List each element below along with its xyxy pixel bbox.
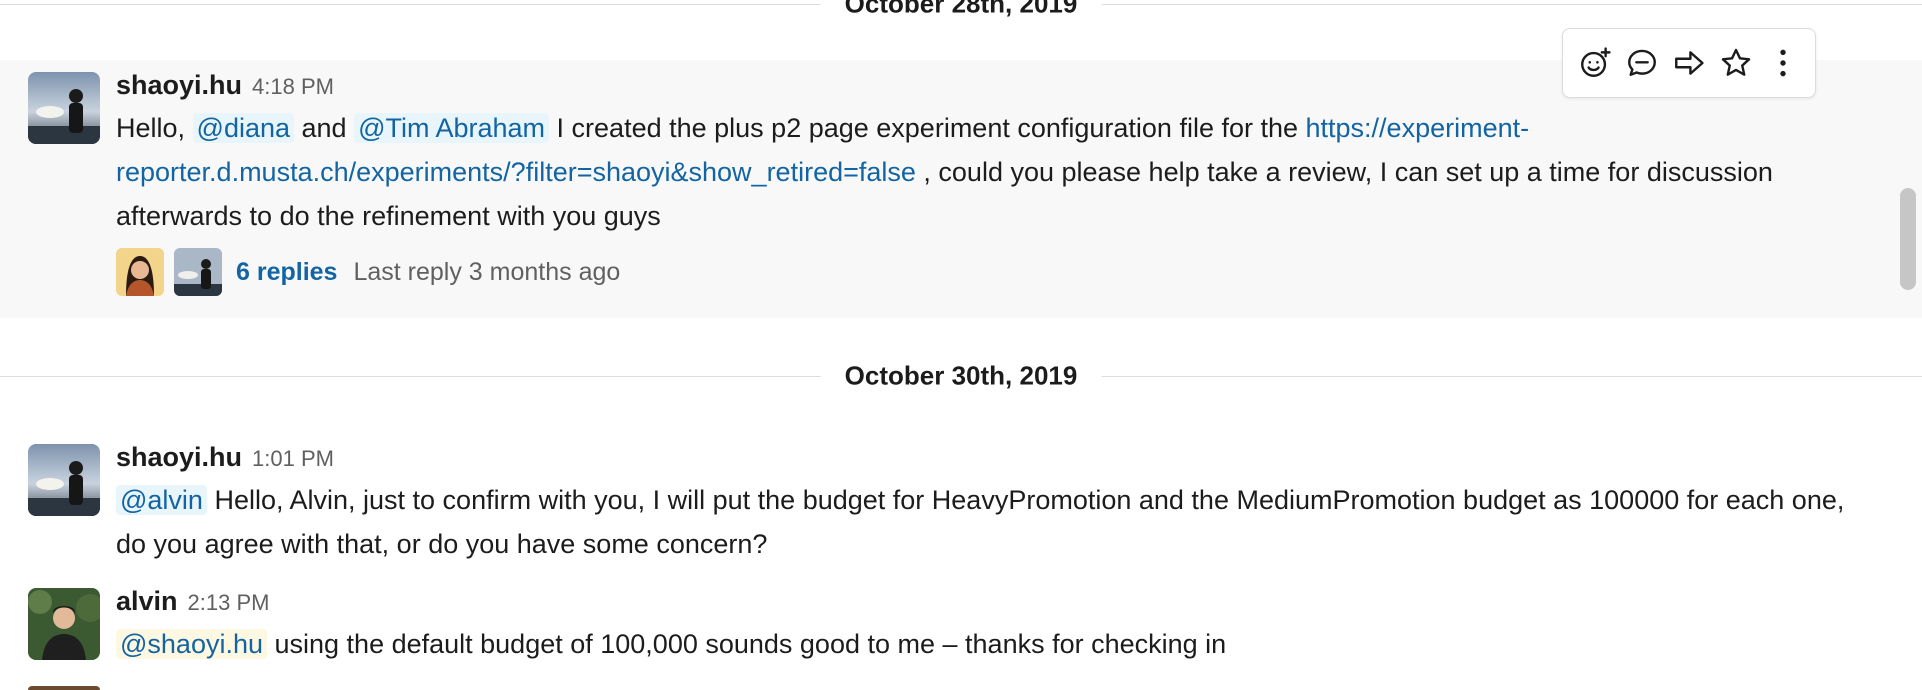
avatar[interactable] (28, 72, 100, 144)
share-message-icon (1675, 51, 1704, 75)
text-segment: Hello, (116, 113, 193, 143)
message-timestamp[interactable]: 2:13 PM (188, 590, 270, 616)
message-text: Hello, @diana and @Tim Abraham I created… (116, 106, 1876, 238)
message-actions-toolbar (1562, 28, 1816, 98)
mention-tim-abraham[interactable]: @Tim Abraham (354, 113, 550, 143)
scrollbar-thumb[interactable] (1900, 188, 1916, 290)
text-segment: I created the plus p2 page experiment co… (549, 113, 1306, 143)
mention-diana[interactable]: @diana (192, 113, 295, 143)
reply-avatar-shaoyi (174, 248, 222, 296)
save-star-icon (1721, 48, 1751, 76)
message-list: October 28th, 2019 shaoyi.hu 4:18 PM Hel… (0, 0, 1922, 690)
avatar[interactable] (28, 444, 100, 516)
reply-avatar-image (174, 248, 222, 296)
thread-summary[interactable]: 6 replies Last reply 3 months ago (116, 248, 1876, 296)
text-segment: and (294, 113, 355, 143)
text-segment: using the default budget of 100,000 soun… (267, 629, 1227, 659)
next-message-avatar (28, 686, 100, 690)
message-header: shaoyi.hu 1:01 PM (116, 442, 1876, 478)
replies-count-link[interactable]: 6 replies (236, 258, 337, 287)
message-timestamp[interactable]: 4:18 PM (252, 74, 334, 100)
date-divider-label[interactable]: October 28th, 2019 (820, 0, 1102, 20)
last-reply-text: Last reply 3 months ago (353, 257, 621, 286)
avatar[interactable] (28, 588, 100, 660)
reply-in-thread-button[interactable] (1618, 38, 1665, 88)
mention-alvin[interactable]: @alvin (116, 485, 207, 515)
avatar-image (28, 444, 100, 516)
author-name[interactable]: shaoyi.hu (116, 442, 242, 473)
message-item[interactable]: shaoyi.hu 1:01 PM @alvin Hello, Alvin, j… (0, 432, 1922, 568)
avatar-image (28, 72, 100, 144)
text-segment: Hello, Alvin, just to confirm with you, … (116, 485, 1845, 559)
reply-avatar-diana (116, 248, 164, 296)
author-name[interactable]: alvin (116, 586, 178, 617)
message-item[interactable]: shaoyi.hu 4:18 PM Hello, @diana and @Tim… (0, 28, 1922, 318)
reply-in-thread-icon (1627, 49, 1656, 76)
add-reaction-icon (1580, 47, 1611, 77)
mention-shaoyi-hu[interactable]: @shaoyi.hu (116, 629, 267, 659)
message-item[interactable]: alvin 2:13 PM @shaoyi.hu using the defau… (0, 578, 1922, 690)
reply-avatar-image (116, 248, 164, 296)
author-name[interactable]: shaoyi.hu (116, 70, 242, 101)
date-divider-label[interactable]: October 30th, 2019 (820, 360, 1102, 392)
date-divider: October 28th, 2019 (0, 0, 1922, 22)
avatar-image (28, 588, 100, 660)
save-message-button[interactable] (1713, 38, 1760, 88)
message-text: @shaoyi.hu using the default budget of 1… (116, 622, 1876, 666)
message-timestamp[interactable]: 1:01 PM (252, 446, 334, 472)
date-divider: October 30th, 2019 (0, 358, 1922, 394)
more-actions-button[interactable] (1760, 38, 1807, 88)
message-content: shaoyi.hu 1:01 PM @alvin Hello, Alvin, j… (116, 442, 1876, 566)
share-message-button[interactable] (1665, 38, 1712, 88)
message-content: shaoyi.hu 4:18 PM Hello, @diana and @Tim… (116, 70, 1876, 296)
add-reaction-button[interactable] (1571, 38, 1618, 88)
message-content: alvin 2:13 PM @shaoyi.hu using the defau… (116, 586, 1876, 666)
more-actions-icon (1780, 49, 1787, 77)
message-text: @alvin Hello, Alvin, just to confirm wit… (116, 478, 1876, 566)
message-header: alvin 2:13 PM (116, 586, 1876, 622)
